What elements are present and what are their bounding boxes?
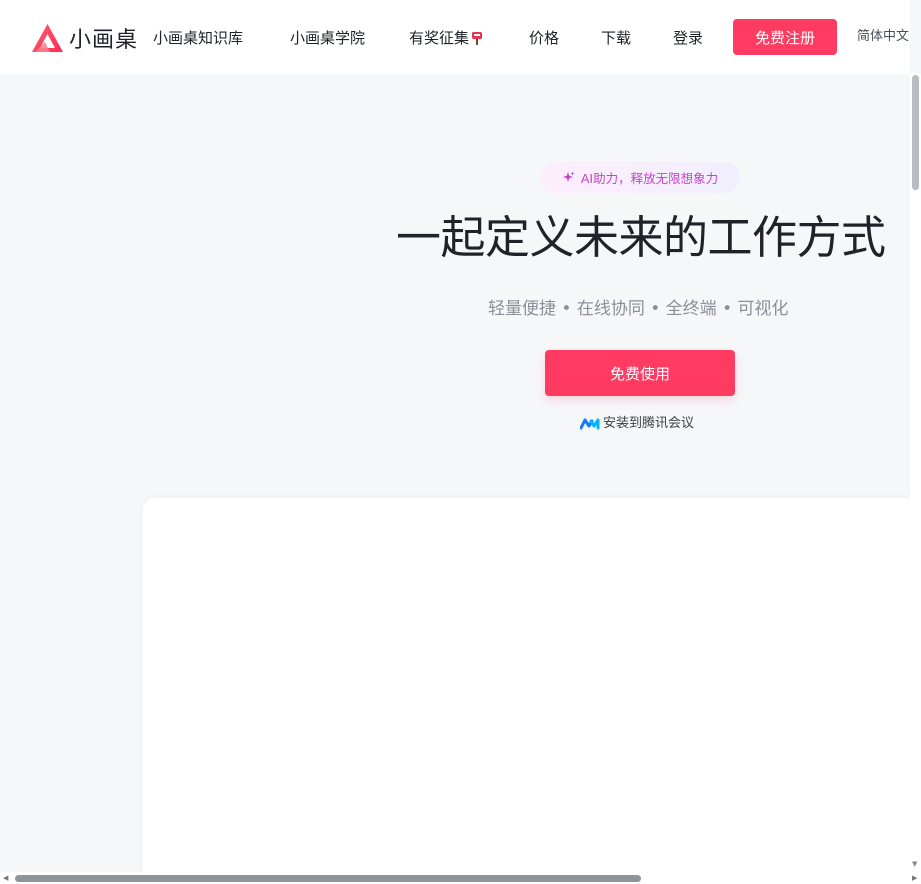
horizontal-scroll-thumb[interactable] [15,875,641,882]
language-selector[interactable]: 简体中文▼ [857,28,910,47]
nav-pricing[interactable]: 价格 [529,26,559,50]
tencent-meeting-icon [580,418,600,430]
scroll-right-arrow-icon[interactable]: ▶ [912,874,917,882]
signup-button[interactable]: 免费注册 [733,19,837,55]
free-use-button[interactable]: 免费使用 [545,350,735,396]
ai-badge: AI助力，释放无限想象力 [540,162,740,193]
vertical-scrollbar[interactable]: ▼ [910,74,921,872]
page-viewport: 小画桌 小画桌知识库 小画桌学院 有奖征集 价格 下载 登录 免费注册 简体中文… [0,0,910,872]
logo-triangle-icon [32,24,63,52]
horizontal-scrollbar[interactable]: ◀ ▶ [0,872,921,884]
install-label: 安装到腾讯会议 [603,416,695,431]
nav-contest-label: 有奖征集 [409,29,470,47]
logo-text: 小画桌 [69,28,139,53]
site-logo[interactable]: 小画桌 [31,22,138,54]
postbox-icon [472,32,483,45]
product-preview-card [143,498,910,872]
language-label: 简体中文 [857,29,910,44]
nav-contest[interactable]: 有奖征集 [409,26,483,50]
nav-academy[interactable]: 小画桌学院 [290,26,365,50]
nav-download[interactable]: 下载 [601,26,631,50]
vertical-scroll-thumb[interactable] [912,75,919,190]
ai-badge-text: AI助力，释放无限想象力 [580,171,719,186]
site-header: 小画桌 小画桌知识库 小画桌学院 有奖征集 价格 下载 登录 免费注册 简体中文… [0,0,910,74]
scroll-down-arrow-icon[interactable]: ▼ [912,860,917,868]
scroll-left-arrow-icon[interactable]: ◀ [3,874,8,882]
install-tencent-meeting-link[interactable]: 安装到腾讯会议 [580,414,694,434]
hero-title: 一起定义未来的工作方式 [396,211,886,264]
sparkle-icon [562,171,575,182]
hero-subtitle: 轻量便捷 • 在线协同 • 全终端 • 可视化 [488,299,789,319]
nav-login[interactable]: 登录 [673,26,703,50]
nav-knowledge-base[interactable]: 小画桌知识库 [153,26,243,50]
